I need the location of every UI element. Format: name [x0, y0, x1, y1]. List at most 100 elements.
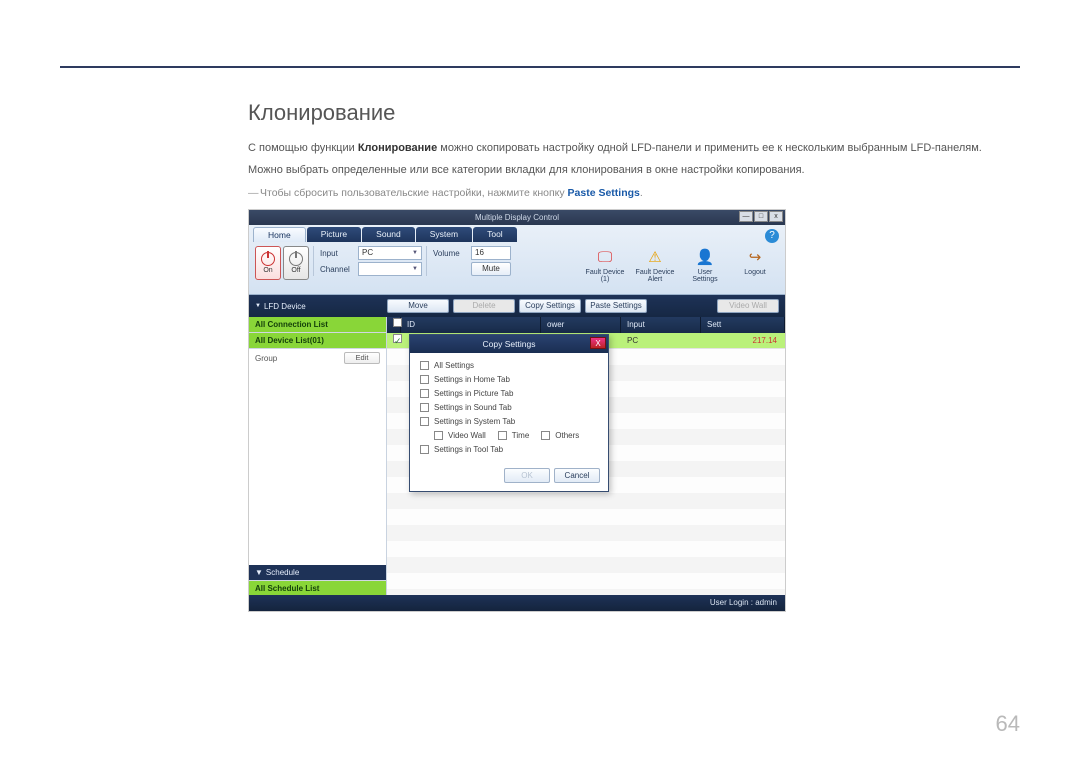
- section-title: Клонирование: [248, 100, 1018, 126]
- checkbox-icon: [420, 417, 429, 426]
- note-b: .: [640, 187, 643, 199]
- lfd-device-header[interactable]: ▼ LFD Device: [255, 302, 383, 311]
- close-button[interactable]: x: [769, 211, 783, 222]
- fault-alert-label: Fault Device Alert: [635, 269, 675, 283]
- dialog-close-button[interactable]: X: [590, 337, 606, 349]
- opt-label: Settings in Picture Tab: [434, 389, 513, 398]
- channel-label: Channel: [320, 265, 354, 274]
- opt-time[interactable]: Time: [498, 431, 529, 440]
- opt-label: Settings in System Tab: [434, 417, 515, 426]
- dialog-title: Copy Settings: [483, 339, 536, 349]
- page-number: 64: [996, 711, 1020, 737]
- power-on-button[interactable]: On: [255, 246, 281, 280]
- app-screenshot: Multiple Display Control — □ x ? Home Pi…: [248, 209, 786, 612]
- paste-settings-button[interactable]: Paste Settings: [585, 299, 647, 313]
- tab-picture[interactable]: Picture: [307, 227, 361, 242]
- top-rule: [60, 66, 1020, 68]
- input-value: PC: [362, 247, 373, 259]
- toolbar: ▼ LFD Device Move Delete Copy Settings P…: [249, 295, 785, 317]
- tab-sound[interactable]: Sound: [362, 227, 415, 242]
- edit-button[interactable]: Edit: [344, 352, 380, 364]
- logout-button[interactable]: ↪ Logout: [735, 246, 775, 283]
- input-dropdown[interactable]: PC ▼: [358, 246, 422, 260]
- opt-all-settings[interactable]: All Settings: [420, 361, 598, 370]
- opt-home-tab[interactable]: Settings in Home Tab: [420, 375, 598, 384]
- note-a: Чтобы сбросить пользовательские настройк…: [260, 187, 568, 199]
- lfd-device-label: LFD Device: [264, 302, 306, 311]
- hdr-settings[interactable]: Sett: [701, 317, 785, 333]
- paste-settings-link[interactable]: Paste Settings: [568, 187, 640, 199]
- move-button[interactable]: Move: [387, 299, 449, 313]
- tab-system[interactable]: System: [416, 227, 472, 242]
- power-on-label: On: [263, 267, 272, 274]
- copy-settings-dialog: Copy Settings X All Settings Settings in…: [409, 334, 609, 492]
- opt-system-tab[interactable]: Settings in System Tab: [420, 417, 598, 426]
- checkbox-icon: [498, 431, 507, 440]
- para1-b: можно скопировать настройку одной LFD-па…: [437, 142, 982, 154]
- alert-icon: ⚠: [644, 246, 666, 268]
- chevron-down-icon: ▼: [412, 263, 418, 275]
- tab-tool[interactable]: Tool: [473, 227, 517, 242]
- opt-sound-tab[interactable]: Settings in Sound Tab: [420, 403, 598, 412]
- para1-a: С помощью функции: [248, 142, 358, 154]
- opt-label: Video Wall: [448, 431, 486, 440]
- all-connection-list[interactable]: All Connection List: [249, 317, 386, 333]
- row-setting: 217.14: [701, 333, 785, 348]
- para1-bold: Клонирование: [358, 142, 437, 154]
- opt-label: All Settings: [434, 361, 474, 370]
- content: Клонирование С помощью функции Клонирова…: [248, 100, 1018, 612]
- checkbox-icon: [420, 361, 429, 370]
- opt-label: Settings in Home Tab: [434, 375, 510, 384]
- user-settings-button[interactable]: 👤 User Settings: [685, 246, 725, 283]
- checkbox-icon: [420, 375, 429, 384]
- hdr-input[interactable]: Input: [621, 317, 701, 333]
- status-text: User Login : admin: [710, 598, 777, 607]
- delete-button[interactable]: Delete: [453, 299, 515, 313]
- tab-home[interactable]: Home: [253, 227, 306, 242]
- opt-label: Time: [512, 431, 529, 440]
- schedule-header[interactable]: ▼ Schedule: [249, 565, 386, 581]
- fault-alert-button[interactable]: ⚠ Fault Device Alert: [635, 246, 675, 283]
- maximize-button[interactable]: □: [754, 211, 768, 222]
- opt-label: Others: [555, 431, 579, 440]
- power-off-icon: [289, 252, 303, 266]
- monitor-icon: 🖵: [594, 246, 616, 268]
- power-off-label: Off: [291, 267, 300, 274]
- fault-device-label: Fault Device (1): [585, 269, 625, 283]
- opt-tool-tab[interactable]: Settings in Tool Tab: [420, 445, 598, 454]
- power-on-icon: [261, 252, 275, 266]
- volume-input[interactable]: 16: [471, 246, 511, 260]
- user-settings-label: User Settings: [685, 269, 725, 283]
- row-checkbox[interactable]: [387, 333, 401, 348]
- dialog-titlebar: Copy Settings X: [410, 335, 608, 353]
- paragraph-2: Можно выбрать определенные или все катег…: [248, 162, 1018, 180]
- power-off-button[interactable]: Off: [283, 246, 309, 280]
- cancel-button[interactable]: Cancel: [554, 468, 600, 483]
- checkbox-icon: [434, 431, 443, 440]
- input-label: Input: [320, 249, 354, 258]
- opt-others[interactable]: Others: [541, 431, 579, 440]
- opt-video-wall[interactable]: Video Wall: [434, 431, 486, 440]
- hdr-checkbox[interactable]: [387, 317, 401, 333]
- copy-settings-button[interactable]: Copy Settings: [519, 299, 581, 313]
- volume-value: 16: [475, 247, 484, 259]
- row-input: PC: [621, 333, 701, 348]
- mute-button[interactable]: Mute: [471, 262, 511, 276]
- opt-label: Settings in Tool Tab: [434, 445, 503, 454]
- ok-button[interactable]: OK: [504, 468, 550, 483]
- channel-dropdown[interactable]: ▼: [358, 262, 422, 276]
- minimize-button[interactable]: —: [739, 211, 753, 222]
- hdr-power[interactable]: ower: [541, 317, 621, 333]
- chevron-down-icon: ▼: [255, 565, 263, 581]
- opt-picture-tab[interactable]: Settings in Picture Tab: [420, 389, 598, 398]
- video-wall-button[interactable]: Video Wall: [717, 299, 779, 313]
- logout-label: Logout: [744, 269, 765, 276]
- schedule-label: Schedule: [266, 565, 299, 581]
- checkbox-icon: [541, 431, 550, 440]
- all-device-list[interactable]: All Device List(01): [249, 333, 386, 349]
- checkbox-icon: [420, 445, 429, 454]
- fault-device-button[interactable]: 🖵 Fault Device (1): [585, 246, 625, 283]
- hdr-id[interactable]: ID: [401, 317, 541, 333]
- status-bar: User Login : admin: [249, 595, 785, 611]
- group-row: Group Edit: [249, 349, 386, 367]
